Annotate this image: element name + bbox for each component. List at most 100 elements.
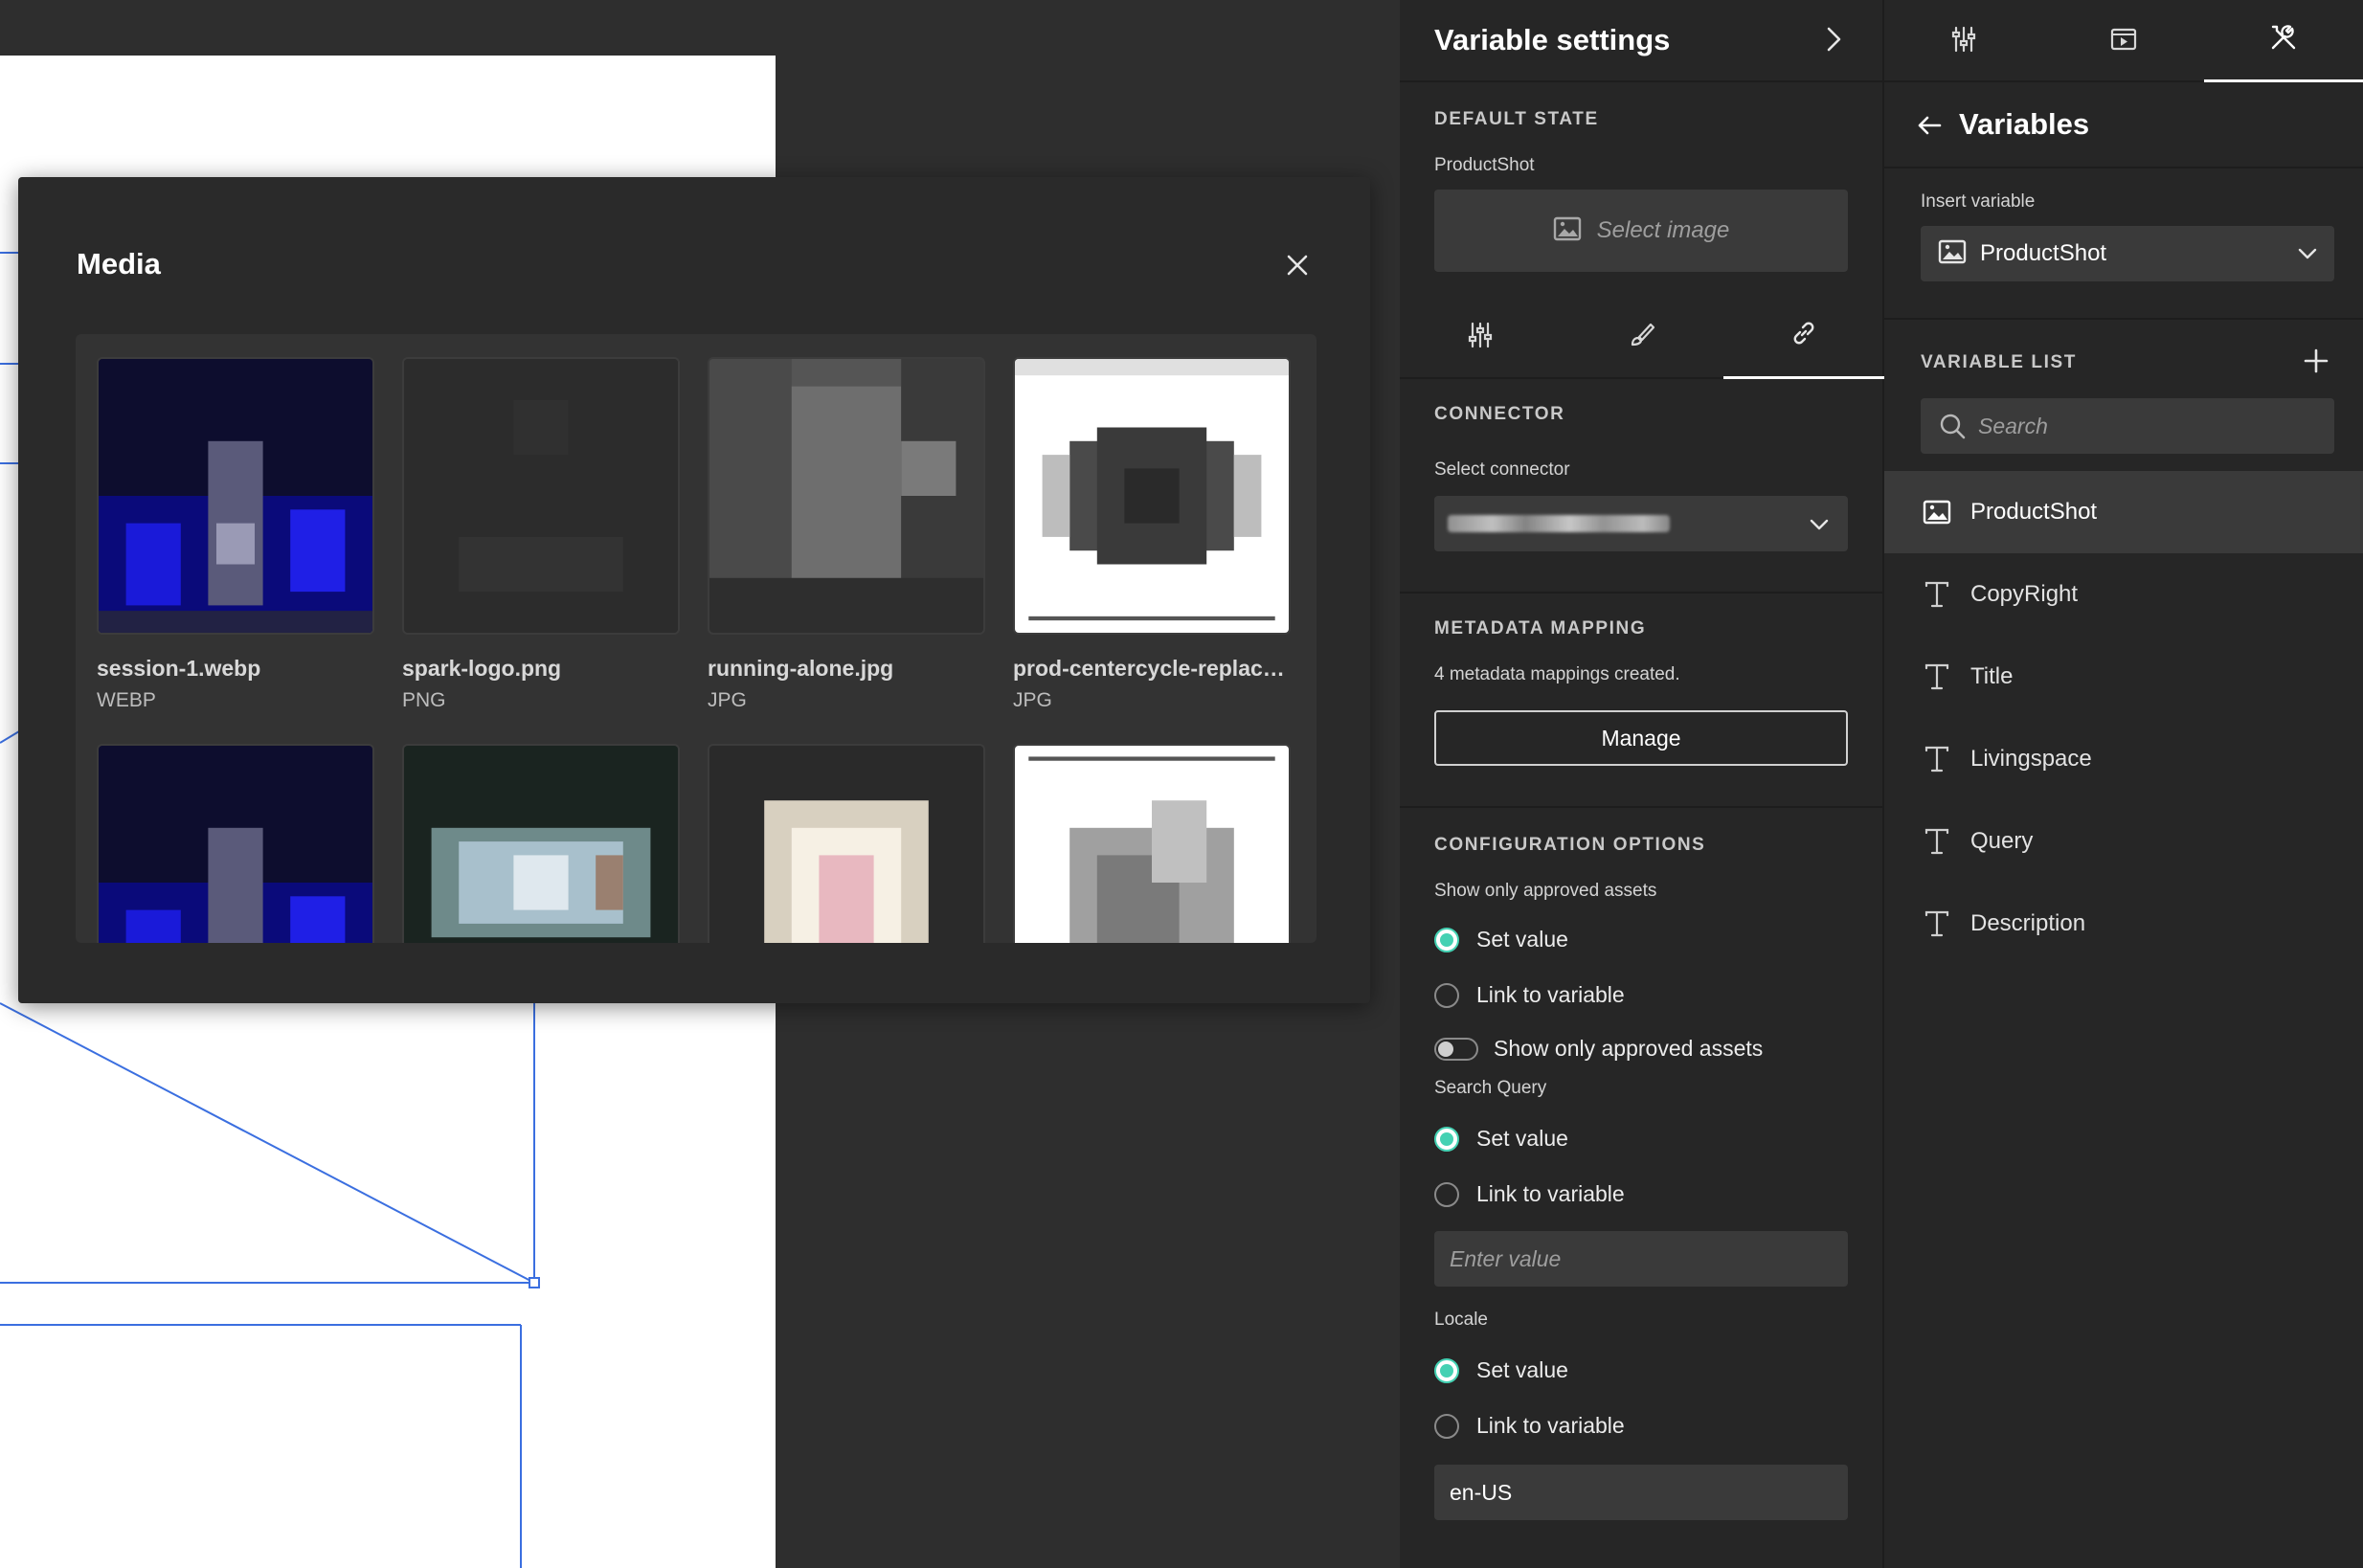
variable-label: ProductShot xyxy=(1970,499,2098,525)
toggle-label: Show only approved assets xyxy=(1494,1036,1764,1061)
plus-icon[interactable] xyxy=(2302,347,2330,375)
toggle-switch xyxy=(1434,1037,1478,1061)
image-icon xyxy=(1938,239,1967,269)
radio-label: Set value xyxy=(1476,1357,1568,1382)
media-name: prod-centercycle-replace... xyxy=(1013,656,1291,681)
select-connector-label: Select connector xyxy=(1434,459,1570,480)
variable-list-heading: VARIABLE LIST xyxy=(1921,352,2077,372)
locale-set-value-radio[interactable]: Set value xyxy=(1434,1357,1568,1383)
metadata-text: 4 metadata mappings created. xyxy=(1434,664,1680,684)
image-icon xyxy=(1923,498,1951,526)
search-input[interactable] xyxy=(1978,413,2323,439)
text-icon xyxy=(1923,745,1951,773)
connector-select[interactable] xyxy=(1434,496,1848,551)
insert-variable-select[interactable]: ProductShot xyxy=(1921,226,2334,281)
variable-label: Title xyxy=(1970,663,2014,689)
media-thumbnail xyxy=(97,744,374,943)
insert-variable-value: ProductShot xyxy=(1980,240,2107,266)
query-value-input[interactable] xyxy=(1434,1231,1848,1287)
media-item[interactable]: session-1.webp WEBP xyxy=(97,357,374,712)
arrow-left-icon[interactable] xyxy=(1915,111,1944,140)
media-item[interactable]: running-alone.jpg JPG xyxy=(708,357,985,712)
media-type: JPG xyxy=(708,689,747,711)
media-item[interactable] xyxy=(402,744,680,943)
variable-item[interactable]: Query xyxy=(1884,800,2363,883)
design-canvas[interactable]: Media session-1.webp WEBP spark-logo.png… xyxy=(0,0,1400,1568)
radio-label: Link to variable xyxy=(1476,1181,1625,1206)
chevron-down-icon xyxy=(2296,242,2319,270)
select-image-button[interactable]: Select image xyxy=(1434,190,1848,272)
radio-checked xyxy=(1434,1126,1459,1152)
approved-set-value-radio[interactable]: Set value xyxy=(1434,927,1568,952)
media-type: JPG xyxy=(1013,689,1052,711)
text-icon xyxy=(1923,909,1951,938)
tab-properties[interactable] xyxy=(1884,0,2043,82)
panel-header: Variable settings xyxy=(1400,0,1884,82)
tab-animation[interactable] xyxy=(2044,0,2203,82)
sliders-icon xyxy=(1949,25,1978,58)
media-item[interactable] xyxy=(1013,744,1291,943)
radio-label: Set value xyxy=(1476,927,1568,952)
search-icon xyxy=(1938,412,1967,440)
divider xyxy=(1884,318,2363,320)
variables-header: Variables xyxy=(1884,82,2363,168)
approved-assets-toggle[interactable]: Show only approved assets xyxy=(1434,1036,1763,1062)
image-icon xyxy=(1553,216,1582,246)
radio-label: Link to variable xyxy=(1476,982,1625,1007)
close-icon[interactable] xyxy=(1284,252,1311,279)
query-set-value-radio[interactable]: Set value xyxy=(1434,1126,1568,1152)
default-state-heading: DEFAULT STATE xyxy=(1434,109,1599,129)
media-item[interactable]: prod-centercycle-replace... JPG xyxy=(1013,357,1291,712)
locale-input[interactable] xyxy=(1434,1465,1848,1520)
media-type: PNG xyxy=(402,689,446,711)
tab-variables[interactable] xyxy=(2204,0,2363,82)
approved-link-variable-radio[interactable]: Link to variable xyxy=(1434,982,1625,1008)
manage-button[interactable]: Manage xyxy=(1434,710,1848,766)
media-type: WEBP xyxy=(97,689,156,711)
variables-title: Variables xyxy=(1959,107,2090,141)
chevron-right-icon[interactable] xyxy=(1819,23,1848,56)
locale-link-variable-radio[interactable]: Link to variable xyxy=(1434,1413,1625,1439)
tab-connector[interactable] xyxy=(1723,295,1884,379)
query-link-variable-radio[interactable]: Link to variable xyxy=(1434,1181,1625,1207)
connector-value xyxy=(1448,515,1670,532)
approved-assets-label: Show only approved assets xyxy=(1434,881,1657,901)
tab-adjust[interactable] xyxy=(1400,295,1561,379)
media-thumbnail xyxy=(402,744,680,943)
media-thumbnail xyxy=(708,744,985,943)
variable-label: CopyRight xyxy=(1970,581,2079,607)
variable-item[interactable]: Livingspace xyxy=(1884,718,2363,800)
radio-label: Link to variable xyxy=(1476,1413,1625,1438)
media-item[interactable] xyxy=(97,744,374,943)
divider xyxy=(1400,806,1884,808)
media-thumbnail xyxy=(1013,744,1291,943)
text-icon xyxy=(1923,580,1951,609)
animation-icon xyxy=(2109,25,2138,58)
divider xyxy=(1400,592,1884,594)
variable-label: Query xyxy=(1970,828,2034,854)
variable-search[interactable] xyxy=(1921,398,2334,454)
media-grid[interactable]: session-1.webp WEBP spark-logo.png PNG r… xyxy=(76,334,1317,943)
media-item[interactable] xyxy=(708,744,985,943)
variable-item[interactable]: CopyRight xyxy=(1884,553,2363,636)
variables-panel: Variables Insert variable ProductShot VA… xyxy=(1884,0,2363,1568)
select-image-label: Select image xyxy=(1596,217,1730,243)
panel-title: Variable settings xyxy=(1434,23,1671,56)
metadata-heading: METADATA MAPPING xyxy=(1434,618,1647,638)
connector-heading: CONNECTOR xyxy=(1434,404,1565,424)
brush-icon xyxy=(1627,321,1655,354)
media-name: running-alone.jpg xyxy=(708,656,894,681)
search-query-label: Search Query xyxy=(1434,1078,1547,1098)
media-name: session-1.webp xyxy=(97,656,261,681)
media-thumbnail xyxy=(1013,357,1291,635)
text-icon xyxy=(1923,827,1951,856)
media-thumbnail xyxy=(97,357,374,635)
variable-item[interactable]: ProductShot xyxy=(1884,471,2363,553)
variable-item[interactable]: Title xyxy=(1884,636,2363,718)
media-modal: Media session-1.webp WEBP spark-logo.png… xyxy=(18,177,1370,1003)
variable-item[interactable]: Description xyxy=(1884,883,2363,965)
media-item[interactable]: spark-logo.png PNG xyxy=(402,357,680,712)
tab-style[interactable] xyxy=(1561,295,1722,379)
text-icon xyxy=(1923,662,1951,691)
modal-title: Media xyxy=(77,247,161,280)
